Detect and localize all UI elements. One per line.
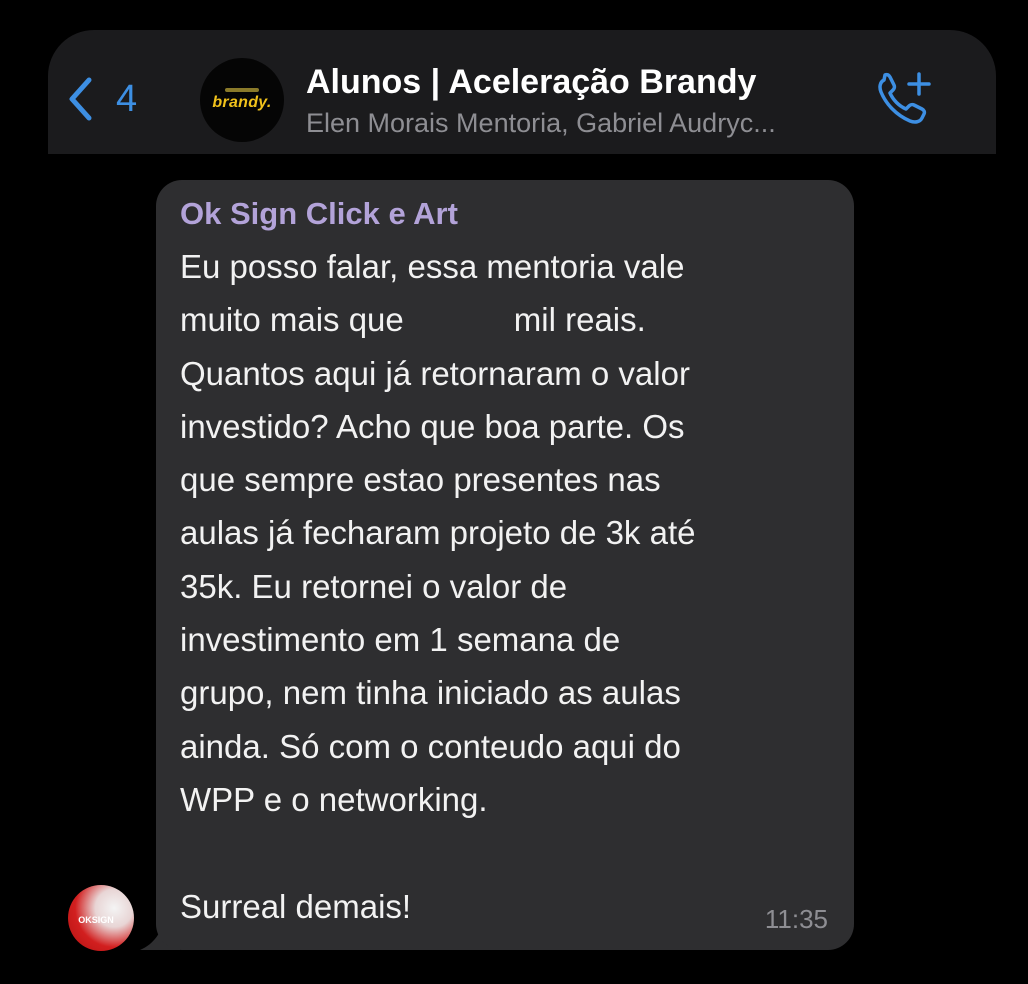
message-line: 35k. Eu retornei o valor de bbox=[180, 567, 568, 605]
group-avatar[interactable]: brandy. bbox=[200, 58, 284, 142]
message-text: Eu posso falar, essa mentoria vale muito… bbox=[180, 240, 840, 933]
message-sender[interactable]: Ok Sign Click e Art bbox=[180, 194, 458, 234]
chat-header: 4 brandy. Alunos | Aceleração Brandy Ele… bbox=[48, 30, 996, 154]
message-line: ainda. Só com o conteudo aqui do bbox=[180, 727, 681, 765]
sender-avatar[interactable]: OKSIGN bbox=[68, 885, 134, 951]
message-line: investimento em 1 semana de bbox=[180, 621, 621, 659]
message-line: grupo, nem tinha iniciado as aulas bbox=[180, 674, 681, 712]
message-line: investido? Acho que boa parte. Os bbox=[180, 407, 685, 445]
back-button[interactable]: 4 bbox=[68, 74, 137, 124]
message-line: Eu posso falar, essa mentoria vale bbox=[180, 248, 685, 285]
unread-count: 4 bbox=[116, 78, 138, 120]
message-line: Quantos aqui já retornaram o valor bbox=[180, 354, 690, 392]
message-line: Surreal demais! bbox=[180, 887, 412, 925]
message-line: muito mais que mil reais. bbox=[180, 301, 646, 339]
chat-subtitle: Elen Morais Mentoria, Gabriel Audryc... bbox=[306, 108, 776, 138]
add-call-button[interactable] bbox=[874, 70, 934, 130]
chat-screen: 4 brandy. Alunos | Aceleração Brandy Ele… bbox=[48, 30, 996, 984]
message-line: WPP e o networking. bbox=[180, 780, 488, 818]
message-line bbox=[180, 826, 840, 879]
add-call-icon bbox=[878, 72, 931, 124]
group-avatar-logo: brandy. bbox=[212, 94, 272, 111]
chat-title-block[interactable]: Alunos | Aceleração Brandy Elen Morais M… bbox=[306, 60, 866, 142]
logo-mark bbox=[225, 88, 259, 92]
message-line: aulas já fecharam projeto de 3k até bbox=[180, 514, 696, 552]
sender-avatar-logo: OKSIGN bbox=[78, 915, 114, 925]
chevron-left-icon bbox=[69, 77, 92, 121]
chat-title: Alunos | Aceleração Brandy bbox=[306, 63, 757, 101]
message-line: que sempre estao presentes nas bbox=[180, 461, 661, 499]
message-timestamp: 11:35 bbox=[764, 904, 828, 934]
message-bubble[interactable]: Ok Sign Click e Art Eu posso falar, essa… bbox=[156, 180, 854, 950]
